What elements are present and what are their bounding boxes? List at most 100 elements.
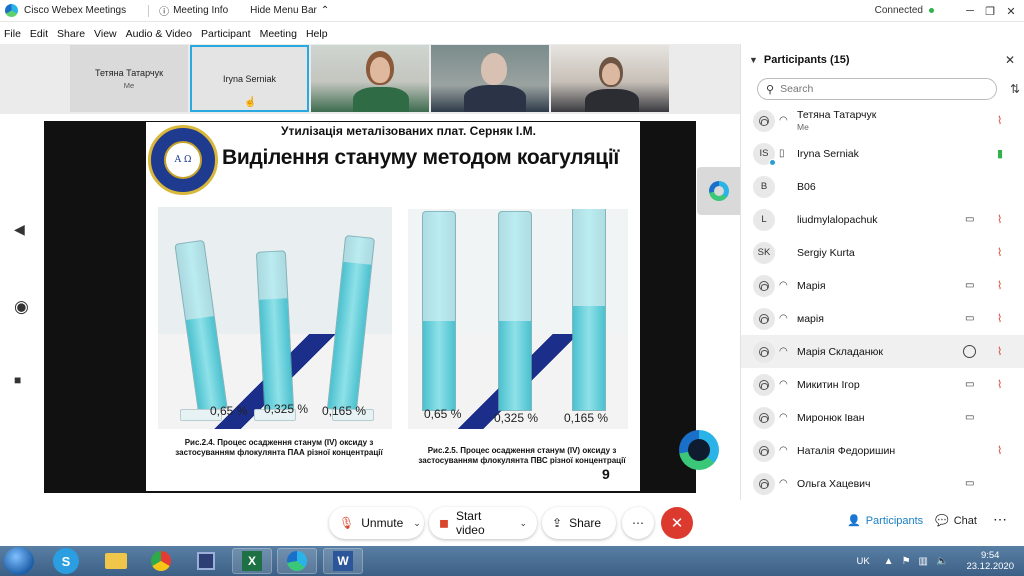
word-icon[interactable]: W bbox=[323, 548, 363, 574]
close-window-button[interactable]: ✕ bbox=[998, 0, 1024, 22]
participant-row[interactable]: ◠ Марія Складанюк ⌇ bbox=[741, 335, 1024, 368]
concentration-label: 0,65 % bbox=[210, 404, 248, 418]
leave-meeting-button[interactable]: ✕ bbox=[661, 507, 693, 539]
share-button[interactable]: ⇪ Share bbox=[542, 507, 616, 539]
word-shape: W bbox=[333, 551, 353, 571]
start-video-button[interactable]: ◼ Start video ⌄ bbox=[429, 507, 537, 539]
skype-icon[interactable]: S bbox=[53, 548, 79, 574]
webex-icon[interactable] bbox=[277, 548, 317, 574]
participant-list: ◠ Тетяна Татарчук Me ⌇ IS ▯ Iryna Serniak ▮ B B06… bbox=[741, 104, 1024, 500]
muted-mic-icon[interactable]: ⌇ bbox=[997, 378, 1002, 391]
muted-mic-icon[interactable]: ⌇ bbox=[997, 114, 1002, 127]
avatar bbox=[753, 406, 775, 429]
sort-icon[interactable]: ⇅ bbox=[1010, 82, 1020, 96]
menu-help[interactable]: Help bbox=[306, 28, 328, 40]
participant-row[interactable]: ◠ Микитин Ігор ▭ ⌇ bbox=[741, 368, 1024, 401]
concentration-label: 0,165 % bbox=[564, 411, 609, 425]
flag-icon[interactable]: ⚑ bbox=[902, 556, 911, 567]
menu-edit[interactable]: Edit bbox=[30, 28, 48, 40]
mic-icon[interactable]: ▮ bbox=[997, 147, 1003, 160]
video-tile-self[interactable]: Тетяна Татарчук Me bbox=[70, 45, 188, 112]
participant-body bbox=[585, 89, 639, 112]
participant-row[interactable]: SK Sergiy Kurta ⌇ bbox=[741, 236, 1024, 269]
menu-share[interactable]: Share bbox=[57, 28, 85, 40]
chat-tab-label: Chat bbox=[953, 514, 977, 527]
participant-name: Sergiy Kurta bbox=[797, 246, 855, 259]
chat-bubble-icon[interactable] bbox=[963, 345, 976, 358]
chevron-down-icon[interactable]: ⌄ bbox=[519, 518, 527, 529]
menu-view[interactable]: View bbox=[94, 28, 117, 40]
muted-mic-icon[interactable]: ⌇ bbox=[997, 345, 1002, 358]
menu-meeting[interactable]: Meeting bbox=[260, 28, 297, 40]
muted-mic-icon[interactable]: ⌇ bbox=[997, 444, 1002, 457]
panel-more-button[interactable]: ⋯ bbox=[993, 511, 1007, 528]
video-tile-participant[interactable] bbox=[311, 45, 429, 112]
more-options-button[interactable]: ⋯ bbox=[622, 507, 654, 539]
participant-row[interactable]: ◠ Наталія Федоришин ⌇ bbox=[741, 434, 1024, 467]
person-icon bbox=[759, 445, 769, 456]
chrome-icon[interactable] bbox=[141, 548, 181, 574]
participant-row[interactable]: ◠ Ольга Хацевич ▭ bbox=[741, 467, 1024, 500]
collapse-chevron-icon[interactable]: ▼ bbox=[749, 55, 758, 65]
video-tile-participant[interactable] bbox=[431, 45, 549, 112]
participants-tab-button[interactable]: 👤 Participants bbox=[838, 507, 932, 537]
hide-menu-bar-label: Hide Menu Bar bbox=[250, 5, 317, 16]
file-explorer-icon[interactable] bbox=[96, 548, 136, 574]
chevron-down-icon[interactable]: ⌄ bbox=[413, 518, 421, 529]
menu-participant[interactable]: Participant bbox=[201, 28, 251, 40]
participant-row[interactable]: ◠ марія ▭ ⌇ bbox=[741, 302, 1024, 335]
menu-audio-video[interactable]: Audio & Video bbox=[126, 28, 192, 40]
muted-mic-icon[interactable]: ⌇ bbox=[997, 246, 1002, 259]
participant-row[interactable]: Lliudmylalopachuk ▭ ⌇ bbox=[741, 203, 1024, 236]
muted-mic-icon[interactable]: ⌇ bbox=[997, 312, 1002, 325]
participants-panel-header: ▼ Participants (15) ✕ bbox=[741, 44, 1024, 76]
slide-subtitle: Утилізація металізованих плат. Серняк І.… bbox=[281, 124, 536, 138]
close-panel-icon[interactable]: ✕ bbox=[1005, 53, 1015, 67]
save-disk-icon[interactable] bbox=[186, 548, 226, 574]
muted-mic-icon: 🎙 bbox=[339, 516, 355, 530]
headset-icon: ◠ bbox=[779, 115, 788, 126]
participant-search[interactable]: ⚲ bbox=[757, 78, 997, 100]
video-tile-active-speaker[interactable]: Iryna Serniak ☝ bbox=[190, 45, 309, 112]
chat-tab-button[interactable]: 💬 Chat bbox=[935, 514, 977, 528]
tray-expand-icon[interactable]: ▲ bbox=[884, 556, 894, 567]
avatar bbox=[753, 472, 775, 495]
unmute-button[interactable]: 🎙 Unmute ⌄ bbox=[329, 507, 424, 539]
participants-tab-label: Participants bbox=[865, 514, 924, 527]
previous-slide-icon[interactable]: ◀ bbox=[14, 221, 25, 238]
muted-mic-icon[interactable]: ⌇ bbox=[997, 279, 1002, 292]
info-icon: ⓘ bbox=[159, 7, 170, 18]
headset-icon: ◠ bbox=[779, 379, 788, 390]
avatar bbox=[753, 307, 775, 330]
person-icon bbox=[759, 412, 769, 423]
volume-icon[interactable]: 🔈 bbox=[936, 556, 948, 567]
participant-search-input[interactable] bbox=[780, 83, 981, 95]
video-tile-participant[interactable] bbox=[551, 45, 669, 112]
stop-icon[interactable]: ■ bbox=[14, 373, 21, 387]
app-title: Cisco Webex Meetings bbox=[24, 5, 127, 16]
participant-name: марія bbox=[797, 312, 824, 325]
record-icon[interactable]: ◉ bbox=[14, 297, 29, 317]
folder-shape bbox=[105, 553, 127, 569]
network-icon[interactable]: ▥ bbox=[919, 556, 928, 567]
avatar: L bbox=[753, 208, 775, 231]
clock[interactable]: 9:54 23.12.2020 bbox=[966, 550, 1014, 572]
windows-start-icon[interactable] bbox=[4, 547, 34, 575]
participant-row[interactable]: ◠ Миронюк Іван ▭ bbox=[741, 401, 1024, 434]
participant-sub: Me bbox=[797, 122, 809, 132]
meeting-info-button[interactable]: ⓘ Meeting Info bbox=[159, 3, 228, 18]
excel-icon[interactable]: X bbox=[232, 548, 272, 574]
menu-file[interactable]: File bbox=[4, 28, 21, 40]
participant-row[interactable]: IS ▯ Iryna Serniak ▮ bbox=[741, 137, 1024, 170]
hide-menu-bar-button[interactable]: Hide Menu Bar ⌃ bbox=[250, 5, 329, 16]
language-indicator[interactable]: UK bbox=[856, 556, 869, 567]
share-label: Share bbox=[569, 516, 602, 530]
avatar bbox=[753, 274, 775, 297]
muted-mic-icon[interactable]: ⌇ bbox=[997, 213, 1002, 226]
participant-row[interactable]: ◠ Тетяна Татарчук Me ⌇ bbox=[741, 104, 1024, 137]
webex-assistant-button[interactable] bbox=[697, 167, 740, 215]
person-icon bbox=[759, 379, 769, 390]
presentation-controls: ◀ ◉ ■ bbox=[0, 117, 44, 497]
participant-row[interactable]: ◠ Марія ▭ ⌇ bbox=[741, 269, 1024, 302]
participant-row[interactable]: B B06 bbox=[741, 170, 1024, 203]
